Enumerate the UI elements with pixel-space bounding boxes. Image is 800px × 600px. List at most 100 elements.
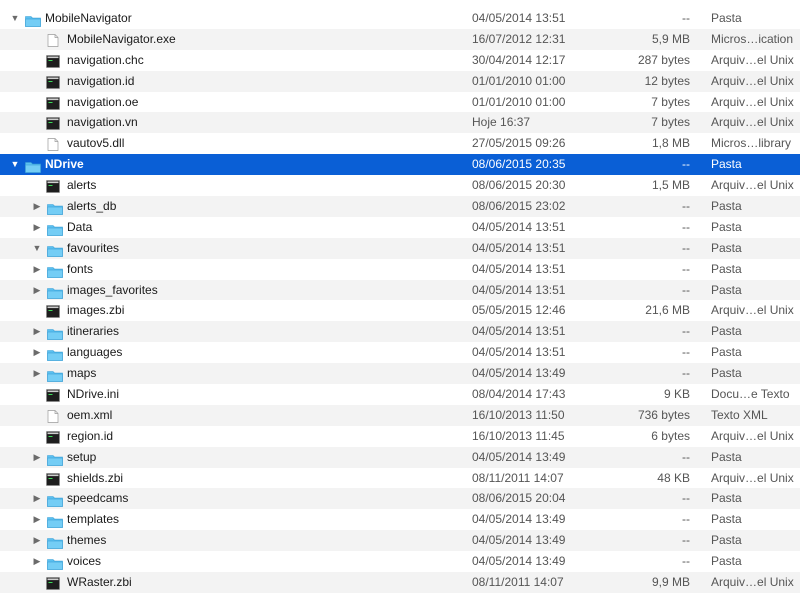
file-name: itineraries [67, 324, 120, 339]
file-row[interactable]: ▼ favourites 04/05/2014 13:51 -- Pasta [0, 237, 800, 259]
date-modified: Hoje 16:37 [472, 115, 531, 130]
disclosure-collapsed-icon[interactable]: ▶ [32, 363, 42, 384]
file-name: images_favorites [67, 282, 158, 297]
exec-icon [46, 576, 60, 590]
disclosure-collapsed-icon[interactable]: ▶ [32, 488, 42, 509]
file-size: 21,6 MB [645, 303, 690, 318]
file-row[interactable]: ▶ speedcams 08/06/2015 20:04 -- Pasta [0, 488, 800, 510]
disclosure-collapsed-icon[interactable]: ▶ [32, 259, 42, 280]
file-kind: Pasta [711, 345, 742, 360]
file-kind: Pasta [711, 366, 742, 381]
date-modified: 04/05/2014 13:49 [472, 554, 566, 569]
file-row[interactable]: NDrive.ini 08/04/2014 17:43 9 KB Docu…e Tex… [0, 384, 800, 405]
exec-icon [46, 430, 60, 444]
document-icon [46, 33, 60, 47]
disclosure-expanded-icon[interactable]: ▼ [10, 154, 20, 175]
file-size: 9,9 MB [651, 575, 690, 590]
file-row[interactable]: shields.zbi 08/11/2011 14:07 48 KB Arquiv…e… [0, 468, 800, 489]
file-name: MobileNavigator.exe [67, 31, 176, 46]
file-kind: Pasta [711, 11, 742, 25]
folder-icon [47, 201, 63, 215]
exec-icon [46, 388, 60, 402]
file-row[interactable]: ▶ images_favorites 04/05/2014 13:51 -- Pasta [0, 279, 800, 301]
folder-icon [25, 13, 41, 27]
file-row[interactable]: ▼ MobileNavigator 04/05/2014 13:51 -- Pasta [0, 8, 800, 29]
file-name: navigation.oe [67, 94, 139, 109]
file-name: NDrive.ini [67, 387, 120, 402]
disclosure-collapsed-icon[interactable]: ▶ [32, 509, 42, 530]
file-row[interactable]: ▶ voices 04/05/2014 13:49 -- Pasta [0, 551, 800, 572]
file-kind: Pasta [711, 512, 742, 527]
date-modified: 08/06/2015 20:30 [472, 178, 566, 193]
disclosure-collapsed-icon[interactable]: ▶ [32, 321, 42, 342]
file-name: navigation.chc [67, 52, 144, 67]
file-row[interactable]: ▶ themes 04/05/2014 13:49 -- Pasta [0, 530, 800, 552]
disclosure-collapsed-icon[interactable]: ▶ [32, 551, 42, 572]
date-modified: 08/06/2015 23:02 [472, 199, 566, 214]
file-name: navigation.vn [67, 115, 138, 130]
file-name: speedcams [67, 491, 129, 506]
file-size: 736 bytes [637, 407, 690, 422]
file-row[interactable]: ▶ maps 04/05/2014 13:49 -- Pasta [0, 363, 800, 385]
date-modified: 08/06/2015 20:35 [472, 157, 566, 172]
disclosure-collapsed-icon[interactable]: ▶ [32, 196, 42, 217]
date-modified: 04/05/2014 13:49 [472, 512, 566, 527]
file-row[interactable]: MobileNavigator.exe 16/07/2012 12:31 5,9 M… [0, 28, 800, 50]
file-row[interactable]: navigation.oe 01/01/2010 01:00 7 bytes Arqu… [0, 92, 800, 113]
date-modified: 30/04/2014 12:17 [472, 52, 566, 67]
date-modified: 08/11/2011 14:07 [472, 470, 564, 485]
file-row[interactable]: ▶ setup 04/05/2014 13:49 -- Pasta [0, 446, 800, 468]
disclosure-collapsed-icon[interactable]: ▶ [32, 280, 42, 301]
folder-icon [47, 264, 63, 278]
file-kind: Arquiv…el Unix [711, 428, 794, 443]
file-kind: Pasta [711, 533, 742, 548]
file-name: images.zbi [67, 303, 125, 318]
disclosure-collapsed-icon[interactable]: ▶ [32, 342, 42, 363]
file-row[interactable]: ▶ Data 04/05/2014 13:51 -- Pasta [0, 217, 800, 238]
file-row[interactable]: ▶ fonts 04/05/2014 13:51 -- Pasta [0, 259, 800, 280]
file-kind: Micros…ication [711, 31, 794, 46]
file-name: themes [67, 533, 107, 548]
disclosure-collapsed-icon[interactable]: ▶ [32, 217, 42, 238]
disclosure-collapsed-icon[interactable]: ▶ [32, 447, 42, 468]
disclosure-expanded-icon[interactable]: ▼ [32, 238, 42, 259]
file-size: -- [682, 11, 690, 25]
date-modified: 16/07/2012 12:31 [472, 31, 566, 46]
file-row[interactable]: alerts 08/06/2015 20:30 1,5 MB Arquiv…el Un… [0, 175, 800, 196]
disclosure-expanded-icon[interactable]: ▼ [10, 8, 20, 29]
file-row[interactable]: navigation.id 01/01/2010 01:00 12 bytes Arq… [0, 70, 800, 92]
exec-icon [46, 54, 60, 68]
file-size: 287 bytes [637, 52, 690, 67]
file-row[interactable]: WRaster.zbi 08/11/2011 14:07 9,9 MB Arquiv…… [0, 572, 800, 593]
file-row[interactable]: ▶ templates 04/05/2014 13:49 -- Pasta [0, 509, 800, 530]
file-name: templates [67, 512, 120, 527]
file-row[interactable]: oem.xml 16/10/2013 11:50 736 bytes Texto XM… [0, 404, 800, 426]
date-modified: 04/05/2014 13:49 [472, 366, 566, 381]
file-name: voices [67, 554, 102, 569]
file-kind: Arquiv…el Unix [711, 575, 794, 590]
file-row[interactable]: vautov5.dll 27/05/2015 09:26 1,8 MB Micros…… [0, 133, 800, 154]
disclosure-collapsed-icon[interactable]: ▶ [32, 530, 42, 551]
file-row-selected[interactable]: ▼ NDrive 08/06/2015 20:35 -- Pasta [0, 154, 800, 176]
file-row[interactable]: region.id 16/10/2013 11:45 6 bytes Arquiv…e… [0, 426, 800, 447]
file-row[interactable]: images.zbi 05/05/2015 12:46 21,6 MB Arquiv…… [0, 300, 800, 321]
file-size: -- [682, 491, 690, 506]
date-modified: 04/05/2014 13:51 [472, 11, 566, 25]
file-row[interactable]: navigation.chc 30/04/2014 12:17 287 bytes A… [0, 50, 800, 71]
folder-icon [47, 222, 63, 236]
date-modified: 04/05/2014 13:51 [472, 240, 566, 255]
file-name: NDrive [45, 157, 84, 172]
folder-icon [25, 159, 41, 174]
file-row[interactable]: ▶ alerts_db 08/06/2015 23:02 -- Pasta [0, 196, 800, 217]
file-kind: Pasta [711, 282, 742, 297]
file-row[interactable]: ▶ languages 04/05/2014 13:51 -- Pasta [0, 342, 800, 363]
file-row[interactable]: navigation.vn Hoje 16:37 7 bytes Arquiv…el … [0, 112, 800, 134]
exec-icon [46, 304, 60, 319]
file-name: MobileNavigator [45, 11, 132, 25]
file-row[interactable]: ▶ itineraries 04/05/2014 13:51 -- Pasta [0, 321, 800, 343]
document-icon [46, 137, 60, 152]
folder-icon [47, 493, 63, 508]
file-size: 9 KB [663, 387, 690, 402]
file-size: 12 bytes [644, 73, 690, 88]
file-size: -- [682, 324, 690, 339]
